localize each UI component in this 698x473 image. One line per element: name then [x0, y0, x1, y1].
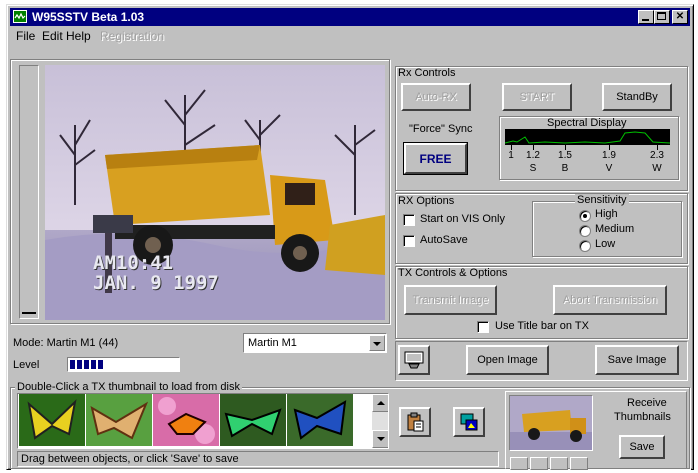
sensitivity-low-label: Low [595, 238, 616, 250]
receive-slot-1[interactable] [510, 457, 528, 470]
sensitivity-title: Sensitivity [575, 194, 629, 206]
menu-registration[interactable]: Registration [100, 29, 164, 43]
sensitivity-medium-label: Medium [595, 223, 635, 235]
scroll-down-icon[interactable] [372, 430, 388, 448]
autosave-label: AutoSave [420, 234, 468, 246]
start-on-vis-checkbox[interactable] [403, 214, 415, 226]
sensitivity-high-radio[interactable] [579, 210, 591, 222]
level-segment [98, 360, 103, 369]
sensitivity-high-label: High [595, 208, 618, 220]
tx-thumbnail[interactable] [287, 394, 353, 446]
rx-options-title: RX Options [398, 195, 455, 207]
image-timestamp-time: AM10:41 [93, 252, 174, 274]
level-segment [70, 360, 75, 369]
title-bar[interactable]: W95SSTV Beta 1.03 ✕ [10, 8, 690, 26]
receive-slot-4[interactable] [570, 457, 588, 470]
spectral-trace [504, 131, 671, 144]
receive-label-line1: Receive [627, 397, 667, 409]
level-segment [84, 360, 89, 369]
thumbnails-group-label: Double-Click a TX thumbnail to load from… [15, 381, 242, 393]
mode-select[interactable]: Martin M1 [243, 333, 387, 353]
start-button[interactable]: START [502, 83, 572, 111]
force-sync-label: "Force" Sync [409, 123, 473, 135]
free-button[interactable]: FREE [403, 142, 468, 175]
copy-image-icon[interactable] [453, 407, 485, 437]
spectral-display [504, 129, 671, 145]
level-label: Level [13, 359, 40, 371]
spectral-tick-letter: S [529, 163, 537, 174]
scroll-up-icon[interactable] [372, 394, 388, 412]
open-image-button[interactable]: Open Image [466, 345, 549, 375]
status-text: Drag between objects, or click 'Save' to… [21, 453, 239, 465]
receive-thumbnail[interactable] [509, 395, 593, 451]
status-bar: Drag between objects, or click 'Save' to… [17, 451, 499, 467]
vertical-level-meter [19, 65, 39, 319]
rx-controls-title: Rx Controls [398, 67, 456, 79]
main-window: W95SSTV Beta 1.03 ✕ File Edit Help Regis… [6, 4, 694, 470]
level-meter [67, 357, 180, 372]
receive-save-button[interactable]: Save [619, 435, 665, 459]
save-image-button[interactable]: Save Image [595, 345, 679, 375]
use-title-bar-checkbox[interactable] [477, 321, 489, 333]
spectral-tick-number: 1.9 [602, 150, 616, 161]
standby-button[interactable]: StandBy [602, 83, 672, 111]
tx-thumbnail[interactable] [153, 394, 219, 446]
monitor-icon[interactable] [398, 345, 430, 375]
abort-transmission-button[interactable]: Abort Transmission [553, 285, 667, 315]
tx-thumbnail[interactable] [220, 394, 286, 446]
start-on-vis-label: Start on VIS Only [420, 213, 505, 225]
maximize-icon[interactable] [654, 10, 670, 24]
minimize-icon[interactable] [638, 10, 654, 24]
spectral-tick-letter: B [561, 163, 569, 174]
receive-label-line2: Thumbnails [614, 411, 671, 423]
sensitivity-low-radio[interactable] [579, 240, 591, 252]
mode-select-value: Martin M1 [248, 337, 297, 349]
level-segment [77, 360, 82, 369]
spectral-tick-letter: W [652, 163, 662, 174]
clipboard-paste-icon[interactable] [399, 407, 431, 437]
image-timestamp: AM10:41 JAN. 9 1997 [93, 253, 219, 293]
app-icon[interactable] [13, 10, 27, 23]
autosave-checkbox[interactable] [403, 235, 415, 247]
level-segment [91, 360, 96, 369]
menu-edit[interactable]: Edit [42, 29, 63, 43]
spectral-display-title: Spectral Display [547, 117, 627, 129]
menu-bar: File Edit Help Registration [10, 27, 690, 45]
auto-rx-button[interactable]: Auto-RX [401, 83, 471, 111]
mode-label: Mode: Martin M1 (44) [13, 337, 119, 349]
spectral-tick-number: 1.5 [558, 150, 572, 161]
close-icon[interactable]: ✕ [672, 10, 688, 24]
tx-controls-title: TX Controls & Options [398, 267, 508, 279]
menu-help[interactable]: Help [66, 29, 91, 43]
tx-thumbnail[interactable] [86, 394, 152, 446]
spectral-ticks: 1 1.2 S 1.5 B 1.9 V 2.3 W [505, 145, 670, 179]
use-title-bar-label: Use Title bar on TX [495, 320, 589, 332]
spectral-tick-number: 1 [508, 150, 514, 161]
sensitivity-medium-radio[interactable] [579, 225, 591, 237]
spectral-tick-letter: V [605, 163, 613, 174]
receive-slot-2[interactable] [530, 457, 548, 470]
tx-thumbnail[interactable] [19, 394, 85, 446]
transmit-image-button[interactable]: Transmit Image [404, 285, 497, 315]
spectral-tick-number: 1.2 [526, 150, 540, 161]
spectral-tick-number: 2.3 [650, 150, 664, 161]
tx-thumbnail-strip[interactable] [17, 393, 389, 449]
receive-slot-3[interactable] [550, 457, 568, 470]
image-timestamp-date: JAN. 9 1997 [93, 272, 219, 294]
window-title: W95SSTV Beta 1.03 [32, 10, 145, 24]
received-image: AM10:41 JAN. 9 1997 [45, 65, 385, 320]
scroll-track[interactable] [372, 412, 388, 430]
menu-file[interactable]: File [16, 29, 35, 43]
dropdown-arrow-icon[interactable] [369, 335, 385, 351]
